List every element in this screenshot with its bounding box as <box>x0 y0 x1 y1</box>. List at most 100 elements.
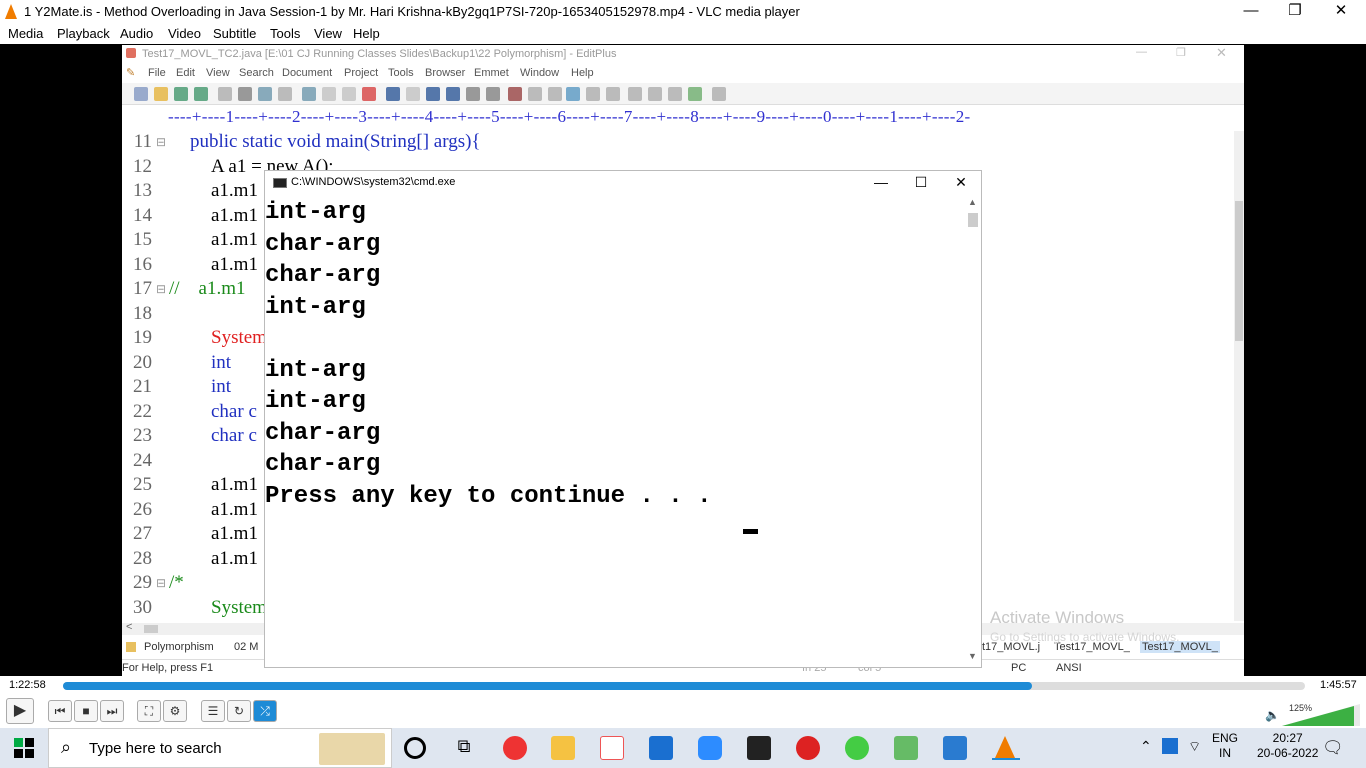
menu-media[interactable]: Media <box>8 26 43 41</box>
scroll-left-icon[interactable]: < <box>126 621 132 633</box>
menu-subtitle[interactable]: Subtitle <box>213 26 256 41</box>
menu-help[interactable]: Help <box>353 26 380 41</box>
cmd-scrollbar[interactable]: ▲ ▼ <box>965 195 981 667</box>
word-wrap-icon[interactable] <box>548 87 562 101</box>
help-icon[interactable] <box>712 87 726 101</box>
sticky-notes-icon[interactable] <box>747 736 771 760</box>
cmd-minimize-button[interactable]: — <box>861 171 901 195</box>
spellcheck-icon[interactable] <box>258 87 272 101</box>
goto-line-icon[interactable] <box>486 87 500 101</box>
hex-icon[interactable] <box>528 87 542 101</box>
vlc-taskbar-icon[interactable] <box>992 736 1020 760</box>
ep-maximize-button[interactable]: ❐ <box>1176 46 1186 59</box>
close-button[interactable]: ✕ <box>1318 0 1364 24</box>
ep-menu-tools[interactable]: Tools <box>388 67 414 79</box>
playlist-icon[interactable]: ☰ <box>201 700 225 722</box>
tab-polymorphism[interactable]: Polymorphism <box>144 641 214 653</box>
ep-menu-emmet[interactable]: Emmet <box>474 67 509 79</box>
maximize-button[interactable]: ❐ <box>1272 0 1318 24</box>
menu-tools[interactable]: Tools <box>270 26 300 41</box>
fold-icon[interactable]: ⊟ <box>156 576 166 591</box>
volume-icon[interactable]: 🔈 <box>1265 708 1280 722</box>
directory-icon[interactable] <box>628 87 642 101</box>
ep-menu-view[interactable]: View <box>206 67 230 79</box>
network-icon[interactable]: ⌔ <box>1188 738 1201 756</box>
seek-bar[interactable] <box>63 682 1305 690</box>
windows-start-icon[interactable] <box>14 738 34 758</box>
scroll-down-icon[interactable]: ▼ <box>968 651 977 661</box>
ep-menu-browser[interactable]: Browser <box>425 67 465 79</box>
zoom-icon[interactable] <box>698 736 722 760</box>
file-explorer-icon[interactable] <box>551 736 575 760</box>
screen-recorder-icon[interactable] <box>796 736 820 760</box>
ep-menu-project[interactable]: Project <box>344 67 378 79</box>
editor-vertical-scrollbar[interactable] <box>1234 131 1244 621</box>
cmd-output[interactable]: int-arg char-arg char-arg int-arg int-ar… <box>265 195 965 667</box>
ep-menu-document[interactable]: Document <box>282 67 332 79</box>
delete-icon[interactable] <box>362 87 376 101</box>
shuffle-icon[interactable]: ⤮ <box>253 700 277 722</box>
replace-icon[interactable] <box>446 87 460 101</box>
cliptext-icon[interactable] <box>648 87 662 101</box>
settings-icon[interactable] <box>606 87 620 101</box>
tray-app-icon[interactable] <box>1162 738 1178 754</box>
minimize-button[interactable]: — <box>1228 0 1274 24</box>
save-all-icon[interactable] <box>194 87 208 101</box>
extended-settings-icon[interactable]: ⚙ <box>163 700 187 722</box>
fold-icon[interactable]: ⊟ <box>156 135 166 150</box>
paste-icon[interactable] <box>342 87 356 101</box>
stop-icon[interactable]: ■ <box>74 700 98 722</box>
print-preview-icon[interactable] <box>218 87 232 101</box>
find-in-files-icon[interactable] <box>466 87 480 101</box>
menu-video[interactable]: Video <box>168 26 201 41</box>
print-icon[interactable] <box>238 87 252 101</box>
ep-menu-file[interactable]: File <box>148 67 166 79</box>
redo-icon[interactable] <box>406 87 420 101</box>
copy-icon[interactable] <box>322 87 336 101</box>
scroll-up-icon[interactable]: ▲ <box>968 197 977 207</box>
scrollbar-thumb[interactable] <box>144 625 158 633</box>
notification-icon[interactable]: 🗨 <box>1322 738 1344 758</box>
editplus-taskbar-icon[interactable] <box>894 736 918 760</box>
ep-menu-window[interactable]: Window <box>520 67 559 79</box>
new-file-icon[interactable] <box>134 87 148 101</box>
previous-icon[interactable]: ⏮ <box>48 700 72 722</box>
ep-menu-help[interactable]: Help <box>571 67 594 79</box>
store-icon[interactable] <box>649 736 673 760</box>
ep-minimize-button[interactable]: — <box>1136 46 1147 58</box>
find-icon[interactable] <box>426 87 440 101</box>
menu-audio[interactable]: Audio <box>120 26 153 41</box>
input-language[interactable]: ENG IN <box>1212 731 1238 761</box>
cut-icon[interactable] <box>302 87 316 101</box>
menu-view[interactable]: View <box>314 26 342 41</box>
line-number-icon[interactable] <box>586 87 600 101</box>
show-hidden-icons[interactable]: ⌃ <box>1140 738 1152 755</box>
play-button[interactable]: ▶ <box>6 698 34 724</box>
ep-menu-edit[interactable]: Edit <box>176 67 195 79</box>
chrome-icon[interactable] <box>503 736 527 760</box>
volume-slider[interactable] <box>1282 704 1360 726</box>
cortana-icon[interactable] <box>404 737 426 759</box>
tab-02[interactable]: 02 M <box>234 641 258 653</box>
task-view-icon[interactable]: ⧉ <box>452 736 476 760</box>
menu-playback[interactable]: Playback <box>57 26 110 41</box>
font-icon[interactable] <box>508 87 522 101</box>
fullscreen-icon[interactable]: ⛶ <box>137 700 161 722</box>
ep-menu-search[interactable]: Search <box>239 67 274 79</box>
open-folder-icon[interactable] <box>154 87 168 101</box>
ruler-toggle-icon[interactable] <box>566 87 580 101</box>
taskbar-search-box[interactable]: ⌕ Type here to search <box>48 728 392 768</box>
snipping-tool-icon[interactable] <box>600 736 624 760</box>
cmd-maximize-button[interactable]: ☐ <box>901 171 941 195</box>
clock[interactable]: 20:27 20-06-2022 <box>1257 731 1318 761</box>
save-icon[interactable] <box>174 87 188 101</box>
refresh-icon[interactable] <box>278 87 292 101</box>
ep-close-button[interactable]: ✕ <box>1216 45 1227 61</box>
next-icon[interactable]: ⏭ <box>100 700 124 722</box>
loop-icon[interactable]: ↻ <box>227 700 251 722</box>
browser-icon[interactable] <box>688 87 702 101</box>
undo-icon[interactable] <box>386 87 400 101</box>
output-icon[interactable] <box>668 87 682 101</box>
fold-icon[interactable]: ⊟ <box>156 282 166 297</box>
cmd-close-button[interactable]: ✕ <box>941 171 981 195</box>
